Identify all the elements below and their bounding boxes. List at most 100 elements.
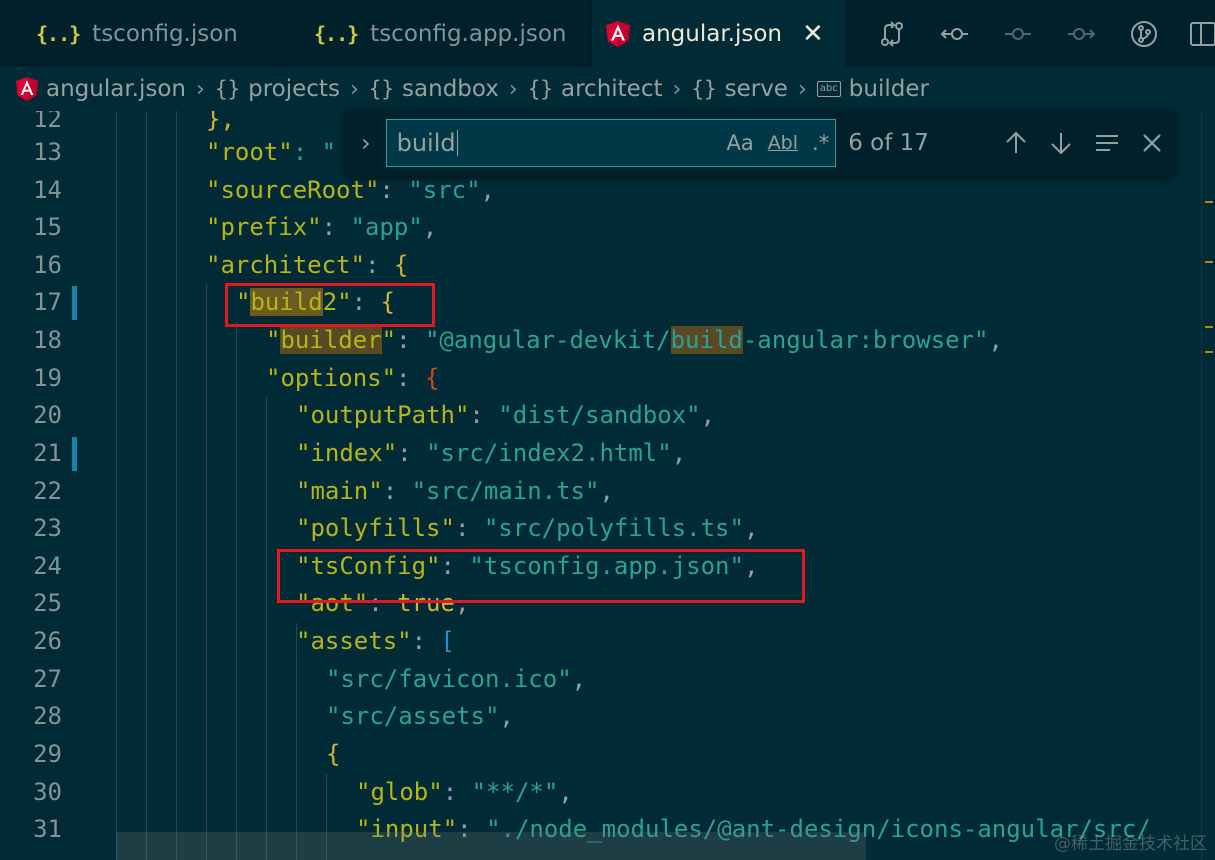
line-number: 26 xyxy=(33,627,62,655)
breadcrumb-item-label: architect xyxy=(561,76,663,102)
breadcrumb-item-label: projects xyxy=(248,76,340,102)
line-number: 27 xyxy=(33,665,62,693)
code-line: { xyxy=(326,740,341,768)
find-in-selection-button[interactable] xyxy=(1084,110,1130,175)
overview-ruler[interactable] xyxy=(1201,111,1215,860)
arrow-down-icon xyxy=(1051,132,1071,154)
chevron-right-icon: › xyxy=(797,76,807,102)
whole-word-toggle[interactable]: Abl xyxy=(768,132,798,154)
code-line: "main": "src/main.ts", xyxy=(296,477,614,505)
ruler-match-marker xyxy=(1205,261,1213,263)
angular-icon xyxy=(606,20,630,47)
compare-changes-icon xyxy=(880,20,903,47)
breadcrumb-item-label: sandbox xyxy=(402,76,499,102)
git-branch-icon xyxy=(1130,20,1157,47)
annotation-box-tsconfig xyxy=(277,549,805,603)
breadcrumb-item-sandbox[interactable]: {} sandbox xyxy=(369,76,499,102)
match-count: 6 of 17 xyxy=(848,129,929,156)
arrow-circle-right-icon xyxy=(1067,27,1095,40)
breadcrumb: angular.json › {} projects › {} sandbox … xyxy=(0,67,1215,111)
line-number: 31 xyxy=(33,815,62,843)
line-number: 14 xyxy=(33,176,62,204)
indent-guide xyxy=(266,397,267,860)
line-number: 30 xyxy=(33,778,62,806)
watermark: @稀土掘金技术社区 xyxy=(1054,834,1207,854)
indent-guide xyxy=(146,111,147,860)
next-match-button[interactable] xyxy=(1038,110,1084,175)
code-line: "root": " xyxy=(206,138,337,166)
line-number-gutter: 12 13 14 15 16 17 18 19 20 21 22 23 24 2… xyxy=(0,111,80,860)
previous-change-button[interactable] xyxy=(923,0,986,67)
editor-actions xyxy=(860,0,1215,67)
line-number: 24 xyxy=(33,552,62,580)
find-input[interactable]: build Aa Abl .* xyxy=(385,118,837,167)
search-match: build xyxy=(670,326,743,354)
chevron-right-icon: › xyxy=(508,76,518,102)
code-line: "sourceRoot": "src", xyxy=(206,176,495,204)
arrow-circle-left-icon xyxy=(940,27,968,40)
breadcrumb-item-projects[interactable]: {} projects xyxy=(215,76,340,102)
close-find-button[interactable] xyxy=(1129,110,1175,175)
tab-angular-json[interactable]: angular.json ✕ xyxy=(592,0,847,67)
commit-button[interactable] xyxy=(986,0,1049,67)
line-number: 15 xyxy=(33,213,62,241)
line-number: 23 xyxy=(33,514,62,542)
code-line: "builder": "@angular-devkit/build-angula… xyxy=(266,326,1003,354)
close-icon xyxy=(1143,133,1162,152)
tab-tsconfig-app-json[interactable]: {..} tsconfig.app.json xyxy=(278,0,592,67)
find-options: Aa Abl .* xyxy=(726,120,829,166)
breadcrumb-file[interactable]: angular.json xyxy=(16,76,186,102)
tab-tsconfig-json[interactable]: {..} tsconfig.json xyxy=(0,0,278,67)
breadcrumb-item-serve[interactable]: {} serve xyxy=(691,76,788,102)
line-number: 21 xyxy=(33,439,62,467)
breadcrumb-item-label: serve xyxy=(724,76,788,102)
chevron-right-icon: › xyxy=(349,76,359,102)
tab-label: angular.json xyxy=(642,20,783,47)
code-line: "outputPath": "dist/sandbox", xyxy=(296,401,716,429)
chevron-right-icon: › xyxy=(672,76,682,102)
search-match: builder xyxy=(280,326,382,354)
string-icon: abc xyxy=(816,81,841,97)
object-icon: {} xyxy=(214,77,241,101)
previous-match-button[interactable] xyxy=(993,110,1039,175)
toggle-replace-button[interactable]: › xyxy=(346,110,386,175)
modified-line-marker xyxy=(72,286,77,320)
split-editor-button[interactable] xyxy=(1175,0,1215,67)
line-number: 18 xyxy=(33,326,62,354)
chevron-right-icon: › xyxy=(196,76,205,102)
object-icon: {} xyxy=(691,77,717,101)
split-editor-icon xyxy=(1190,21,1215,46)
code-line: "index": "src/index2.html", xyxy=(296,439,687,467)
json-file-icon: {..} xyxy=(314,21,359,46)
breadcrumb-item-architect[interactable]: {} architect xyxy=(528,76,663,102)
open-changes-button[interactable] xyxy=(860,0,923,67)
line-number: 29 xyxy=(33,740,62,768)
line-number: 17 xyxy=(33,288,62,316)
line-number: 13 xyxy=(33,138,62,166)
breadcrumb-item-label: builder xyxy=(848,76,929,102)
code-area[interactable]: }, "root": " "sourceRoot": "src", "prefi… xyxy=(116,111,1215,860)
code-line: "polyfills": "src/polyfills.ts", xyxy=(296,514,759,542)
code-editor[interactable]: 12 13 14 15 16 17 18 19 20 21 22 23 24 2… xyxy=(0,111,1215,860)
close-icon[interactable]: ✕ xyxy=(802,19,824,49)
git-graph-button[interactable] xyxy=(1112,0,1175,67)
line-number: 28 xyxy=(33,702,62,730)
breadcrumb-item-builder[interactable]: abc builder xyxy=(816,76,929,102)
modified-line-marker xyxy=(72,437,77,471)
regex-toggle[interactable]: .* xyxy=(812,131,829,155)
ruler-match-marker xyxy=(1205,201,1213,203)
line-number: 22 xyxy=(33,477,62,505)
next-change-button[interactable] xyxy=(1049,0,1112,67)
tab-label: tsconfig.json xyxy=(92,20,238,47)
breadcrumb-file-label: angular.json xyxy=(46,76,187,102)
code-line: "options": { xyxy=(266,364,440,392)
line-number: 20 xyxy=(33,401,62,429)
line-number: 16 xyxy=(33,251,62,279)
line-number: 25 xyxy=(33,589,62,617)
arrow-up-icon xyxy=(1005,131,1026,153)
code-line: "src/assets", xyxy=(326,702,514,730)
annotation-box-build2 xyxy=(225,283,435,327)
horizontal-scrollbar[interactable] xyxy=(116,832,866,860)
object-icon: {} xyxy=(368,77,395,101)
match-case-toggle[interactable]: Aa xyxy=(726,131,753,155)
